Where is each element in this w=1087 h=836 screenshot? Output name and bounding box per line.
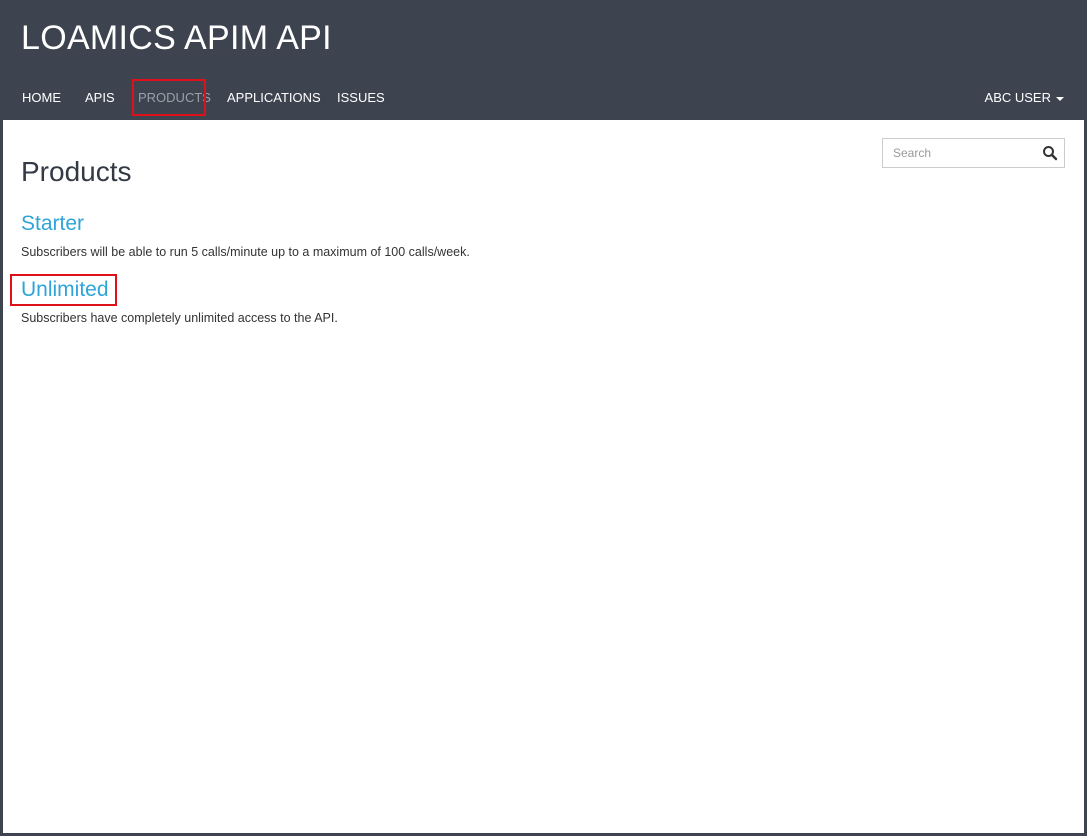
page-title: Products <box>21 156 132 187</box>
caret-down-icon <box>1056 96 1064 101</box>
product-link-starter[interactable]: Starter <box>21 211 84 237</box>
search-icon[interactable] <box>1042 145 1058 161</box>
main-nav: HOME APIS PRODUCTS APPLICATIONS ISSUES <box>3 80 1084 116</box>
search-box <box>882 138 1065 168</box>
site-title: LOAMICS APIM API <box>21 19 332 57</box>
nav-item-apis[interactable]: APIS <box>85 80 115 116</box>
product-description-starter: Subscribers will be able to run 5 calls/… <box>21 245 470 259</box>
page-frame: LOAMICS APIM API HOME APIS PRODUCTS APPL… <box>3 0 1084 833</box>
nav-item-products[interactable]: PRODUCTS <box>138 80 211 116</box>
user-menu-label: ABC USER <box>984 90 1051 105</box>
product-description-unlimited: Subscribers have completely unlimited ac… <box>21 311 338 325</box>
nav-item-applications[interactable]: APPLICATIONS <box>227 80 321 116</box>
user-menu[interactable]: ABC USER <box>985 80 1064 116</box>
product-link-unlimited[interactable]: Unlimited <box>21 277 109 303</box>
site-header: LOAMICS APIM API HOME APIS PRODUCTS APPL… <box>3 0 1084 120</box>
nav-item-home[interactable]: HOME <box>22 80 61 116</box>
search-input[interactable] <box>883 139 1033 167</box>
nav-item-issues[interactable]: ISSUES <box>337 80 385 116</box>
